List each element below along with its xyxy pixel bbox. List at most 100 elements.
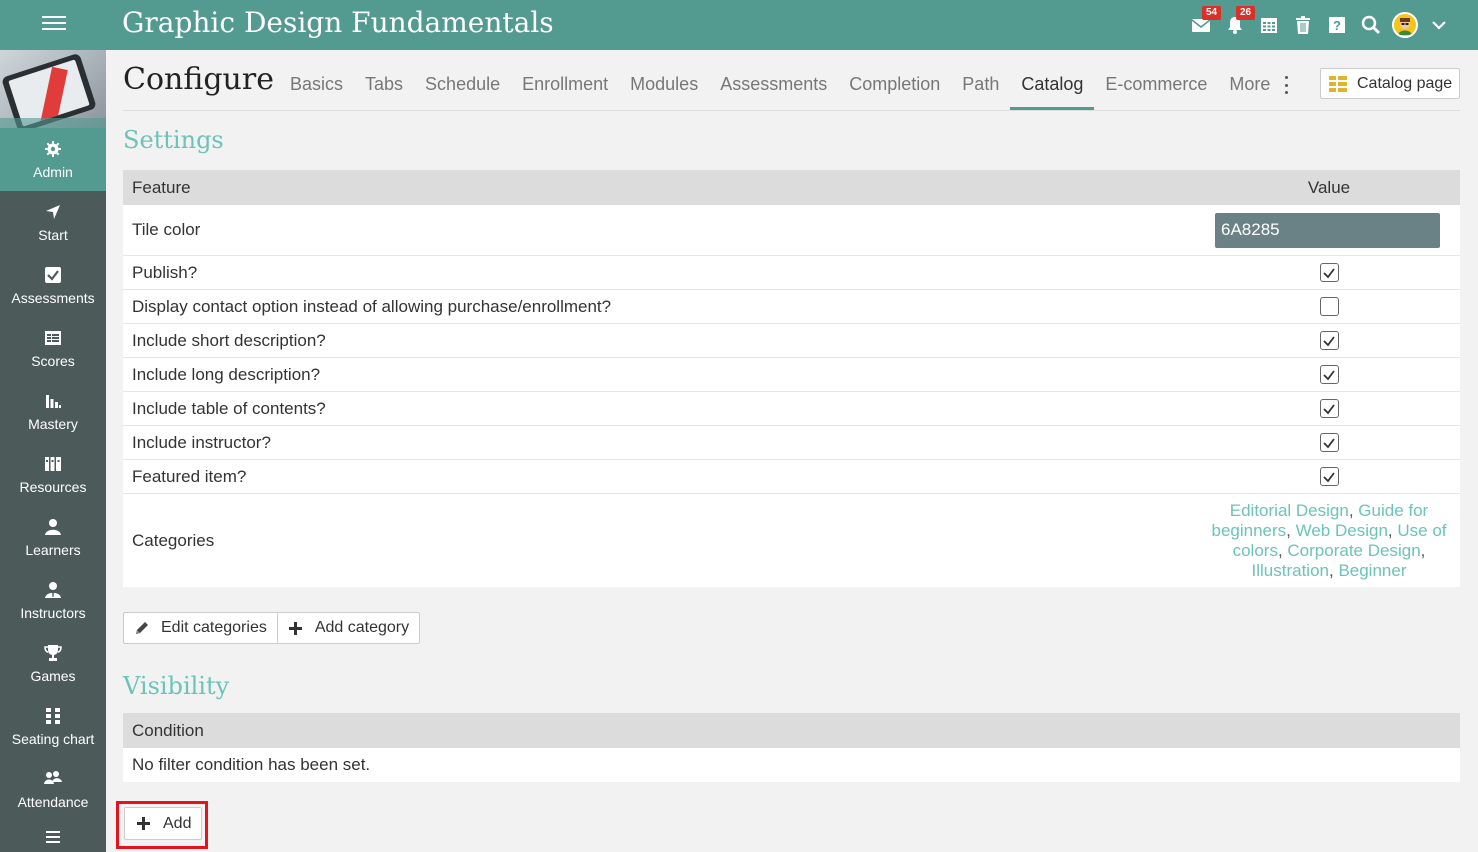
sidebar-item-mastery[interactable]: Mastery — [0, 380, 106, 443]
sidebar-item-attendance[interactable]: Attendance — [0, 758, 106, 821]
sidebar-item-label: Assessments — [11, 289, 95, 306]
sidebar-item-label: Mastery — [28, 415, 78, 432]
sidebar-item-games[interactable]: Games — [0, 632, 106, 695]
tab-e-commerce[interactable]: E-commerce — [1094, 72, 1218, 110]
chevron-down-icon[interactable] — [1422, 0, 1456, 50]
search-icon[interactable] — [1354, 0, 1388, 50]
table-row: Publish? — [123, 255, 1460, 289]
tab-schedule[interactable]: Schedule — [414, 72, 511, 110]
library-icon — [44, 455, 62, 473]
table-row: Include short description? — [123, 323, 1460, 357]
category-link[interactable]: Beginner — [1338, 561, 1406, 580]
table-of-contents-label: Include table of contents? — [132, 398, 326, 418]
user-icon — [44, 518, 62, 536]
sidebar-item-label: Seating chart — [11, 730, 95, 747]
contact-option-label: Display contact option instead of allowi… — [132, 296, 612, 316]
header-feature: Feature — [132, 177, 191, 197]
course-title[interactable]: Graphic Design Fundamentals — [122, 6, 554, 39]
edit-categories-button[interactable]: Edit categories — [124, 613, 277, 643]
instructor-icon — [44, 581, 62, 599]
featured-item-label: Featured item? — [132, 466, 247, 486]
empty-condition-text: No filter condition has been set. — [132, 755, 371, 774]
tab-basics[interactable]: Basics — [279, 72, 354, 110]
instructor-checkbox[interactable] — [1319, 433, 1339, 452]
tab-completion[interactable]: Completion — [838, 72, 951, 110]
category-link[interactable]: Illustration — [1252, 561, 1329, 580]
long-description-label: Include long description? — [132, 364, 321, 384]
sidebar-item-admin[interactable]: Admin — [0, 128, 106, 191]
long-description-checkbox[interactable] — [1319, 365, 1339, 384]
sidebar-item-label: Learners — [25, 541, 81, 558]
catalog-page-button[interactable]: Catalog page — [1320, 68, 1460, 99]
avatar-icon — [1392, 12, 1418, 38]
sidebar-item-start[interactable]: Start — [0, 191, 106, 254]
gear-icon — [44, 140, 62, 158]
table-row: Include long description? — [123, 357, 1460, 391]
sidebar-item-label: Instructors — [20, 604, 86, 621]
sidebar-item-learners[interactable]: Learners — [0, 506, 106, 569]
tab-enrollment[interactable]: Enrollment — [511, 72, 619, 110]
publish-checkbox[interactable] — [1319, 263, 1339, 282]
sidebar-item-instructors[interactable]: Instructors — [0, 569, 106, 632]
tab-tabs[interactable]: Tabs — [354, 72, 414, 110]
tab-path[interactable]: Path — [951, 72, 1010, 110]
hamburger-menu-icon[interactable] — [42, 13, 66, 37]
top-icon-bar: 54 26 ? — [1184, 0, 1456, 50]
seating-icon — [44, 707, 62, 725]
short-description-checkbox[interactable] — [1319, 331, 1339, 350]
add-condition-button[interactable]: Add — [124, 807, 202, 840]
featured-item-checkbox[interactable] — [1319, 467, 1339, 486]
category-link[interactable]: Editorial Design — [1230, 501, 1349, 520]
categories-list: Editorial Design, Guide for beginners, W… — [1211, 500, 1447, 580]
bell-icon[interactable]: 26 — [1218, 0, 1256, 50]
visibility-heading: Visibility — [123, 672, 230, 700]
category-button-group: Edit categories Add category — [123, 612, 421, 644]
page-title: Configure — [123, 62, 274, 97]
top-bar: Graphic Design Fundamentals 54 26 ? — [0, 0, 1478, 50]
instructor-label: Include instructor? — [132, 432, 271, 452]
help-icon[interactable]: ? — [1320, 0, 1354, 50]
catalog-grid-icon — [1329, 75, 1347, 92]
sidebar-item-assessments[interactable]: Assessments — [0, 254, 106, 317]
add-category-button[interactable]: Add category — [276, 613, 419, 643]
tile-color-input[interactable]: 6A8285 — [1215, 212, 1440, 248]
category-link[interactable]: Web Design — [1296, 521, 1388, 540]
tile-color-label: Tile color — [132, 220, 201, 239]
table-row: Tile color 6A8285 — [123, 205, 1460, 255]
contact-option-checkbox[interactable] — [1319, 297, 1339, 316]
mail-icon[interactable]: 54 — [1184, 0, 1222, 50]
table-row: Featured item? — [123, 459, 1460, 493]
tab-catalog[interactable]: Catalog — [1010, 72, 1095, 110]
header-value: Value — [1307, 177, 1351, 197]
tab-more[interactable]: More — [1218, 72, 1281, 110]
main-content: Configure Basics Tabs Schedule Enrollmen… — [106, 50, 1478, 852]
calendar-icon[interactable] — [1252, 0, 1286, 50]
header-condition: Condition — [132, 720, 204, 740]
tab-assessments[interactable]: Assessments — [709, 72, 838, 110]
location-arrow-icon — [44, 203, 62, 221]
plus-icon — [288, 621, 302, 635]
course-thumbnail[interactable] — [0, 50, 106, 128]
sidebar-item-seating-chart[interactable]: Seating chart — [0, 695, 106, 758]
add-condition-label: Add — [163, 814, 192, 832]
trash-icon[interactable] — [1286, 0, 1320, 50]
sidebar-item-more[interactable] — [0, 821, 106, 843]
table-row: Include instructor? — [123, 425, 1460, 459]
short-description-label: Include short description? — [132, 330, 326, 350]
tab-modules[interactable]: Modules — [619, 72, 709, 110]
category-link[interactable]: Corporate Design — [1287, 541, 1420, 560]
user-avatar[interactable] — [1388, 0, 1422, 50]
sidebar: Admin Start Assessments Scores Mastery R… — [0, 50, 106, 852]
sidebar-item-label: Admin — [33, 163, 73, 180]
table-row: Include table of contents? — [123, 391, 1460, 425]
tablet-illustration — [1, 52, 97, 128]
gradebook-icon — [44, 329, 62, 347]
sidebar-item-resources[interactable]: Resources — [0, 443, 106, 506]
tab-divider — [123, 110, 1460, 111]
table-row: No filter condition has been set. — [123, 748, 1460, 782]
catalog-page-label: Catalog page — [1357, 74, 1453, 92]
sidebar-item-label: Games — [30, 667, 76, 684]
sidebar-item-scores[interactable]: Scores — [0, 317, 106, 380]
kebab-menu-icon[interactable] — [1278, 74, 1294, 96]
table-of-contents-checkbox[interactable] — [1319, 399, 1339, 418]
